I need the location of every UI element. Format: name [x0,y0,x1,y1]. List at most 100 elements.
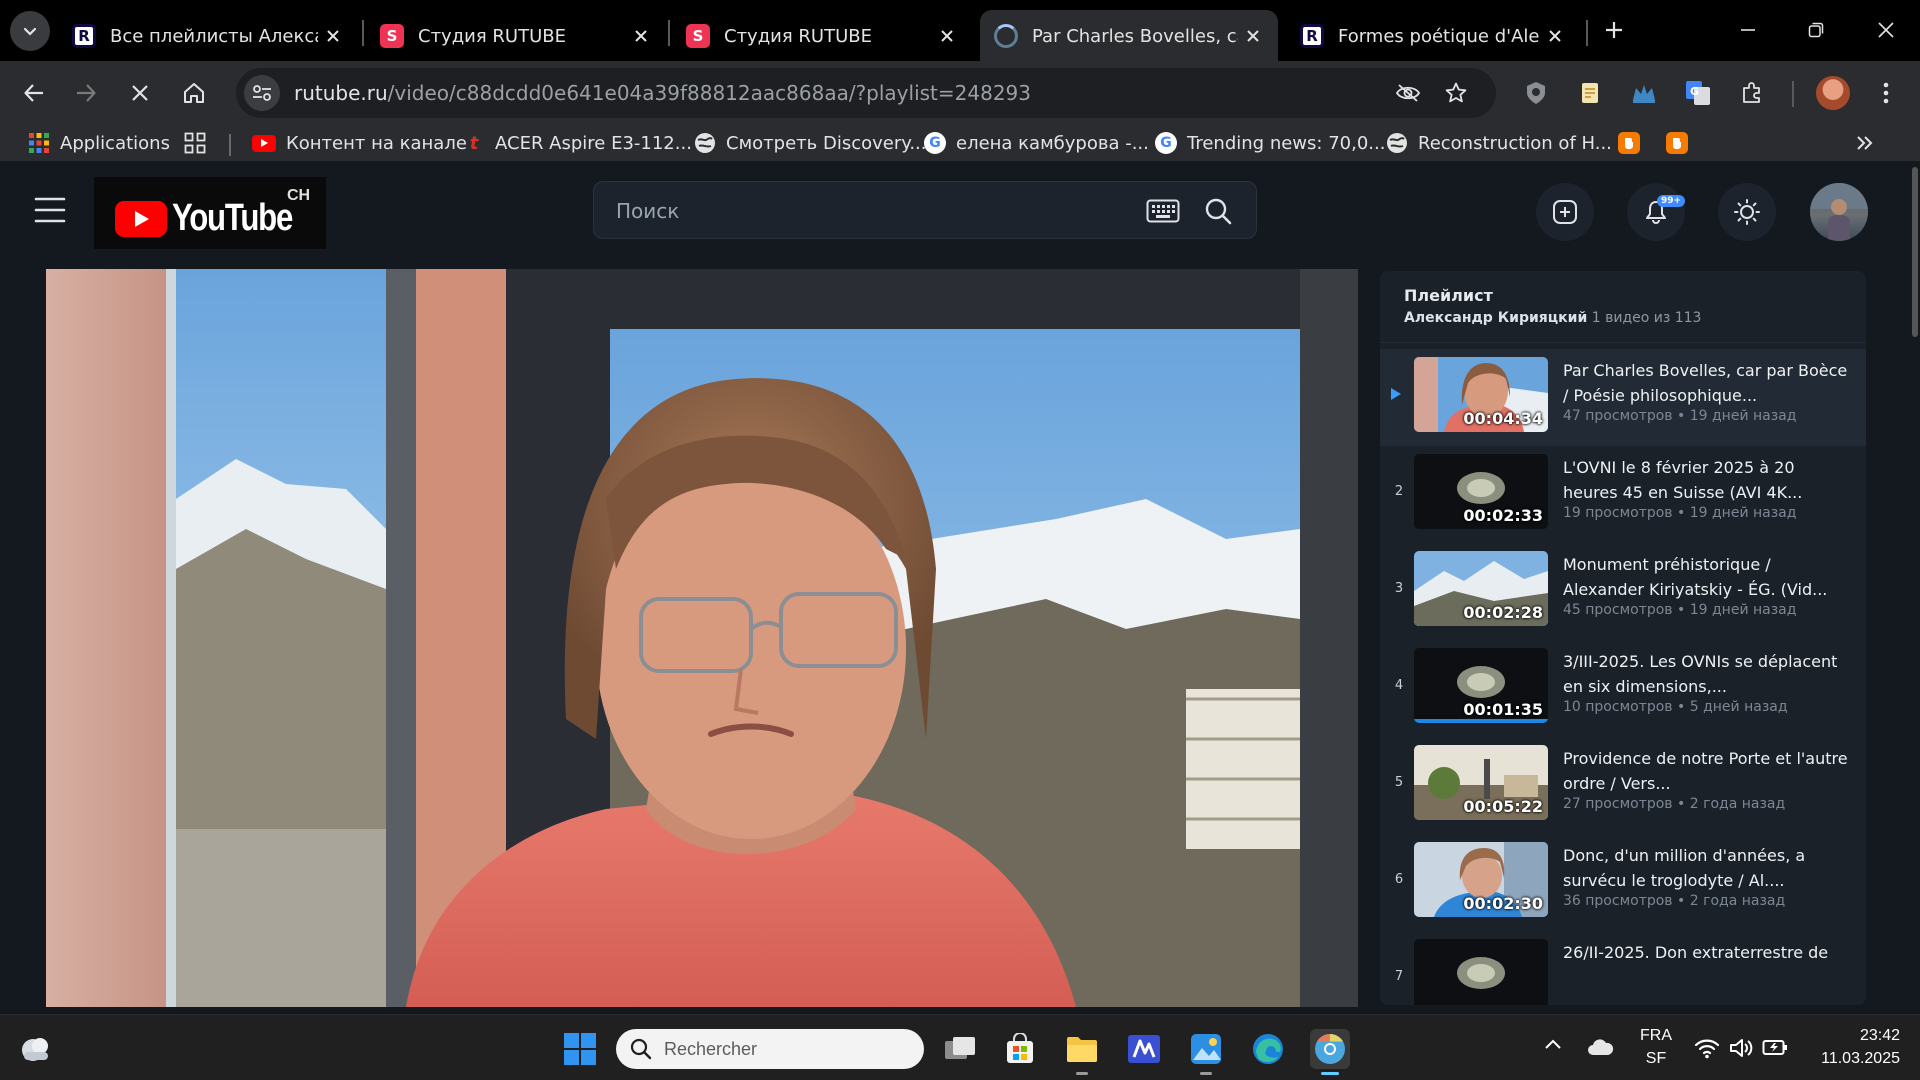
page-scrollbar-thumb[interactable] [1912,167,1918,337]
extension-document-icon[interactable] [1574,77,1606,109]
browser-menu-button[interactable] [1870,77,1902,109]
user-avatar[interactable] [1810,183,1868,241]
google-translate-icon[interactable]: G [1682,77,1714,109]
bookmark-grid-shortcut[interactable] [184,129,206,157]
show-hidden-icons-button[interactable] [1544,1037,1570,1061]
more-bookmarks-button[interactable] [1856,129,1874,157]
forward-button[interactable] [66,73,106,113]
browser-tab-1[interactable]: R Все плейлисты Александ [58,10,358,62]
bookmark-applications[interactable]: Applications [28,129,170,157]
playlist-owner[interactable]: Александр Кирияцкий [1404,310,1587,326]
video-title[interactable]: L'OVNI le 8 février 2025 à 20 heures 45 … [1563,455,1853,505]
volume-icon[interactable] [1728,1037,1754,1061]
battery-charging-icon[interactable] [1762,1037,1788,1061]
tracking-blocked-icon[interactable] [1392,77,1424,109]
notifications-button[interactable]: 99+ [1627,183,1686,241]
keyboard-icon[interactable] [1146,199,1180,223]
upload-video-button[interactable] [1536,183,1594,241]
playlist-item[interactable]: 4 00:01:35 3/III-2025. Les OVNIs se déplac… [1380,640,1866,737]
bookmark-trending-news[interactable]: G Trending news: 70,0... [1155,129,1385,157]
video-thumbnail[interactable]: 00:02:28 [1414,551,1548,626]
input-language[interactable]: FRA [1636,1027,1676,1045]
close-tab-icon[interactable] [318,29,348,43]
view-count: 47 просмотров [1563,408,1673,424]
clock-date[interactable]: 11.03.2025 [1800,1050,1900,1068]
search-button[interactable] [1204,197,1232,225]
theme-toggle-button[interactable] [1718,183,1776,241]
playlist-item[interactable]: 7 26/II-2025. Don extraterrestre de [1380,931,1866,1005]
task-view-icon [945,1037,975,1059]
video-thumbnail[interactable]: 00:01:35 [1414,648,1548,723]
hamburger-menu-button[interactable] [34,195,70,225]
browser-tab-3[interactable]: S Студия RUTUBE [672,10,972,62]
app-button-mathtype[interactable] [1124,1029,1164,1069]
video-title[interactable]: Donc, d'un million d'années, a survécu l… [1563,843,1853,893]
start-button[interactable] [560,1029,600,1069]
close-tab-icon[interactable] [1540,29,1570,43]
task-view-button[interactable] [940,1029,980,1069]
microsoft-store-button[interactable] [1000,1029,1040,1069]
site-logo[interactable]: YouTube CH [94,177,326,249]
folder-icon [1067,1037,1097,1062]
extension-crown-icon[interactable] [1628,77,1660,109]
site-info-button[interactable] [244,75,280,111]
video-title[interactable]: Par Charles Bovelles, car par Boèce / Po… [1563,358,1853,408]
profile-avatar[interactable] [1816,76,1850,110]
close-tab-icon[interactable] [1238,29,1268,43]
bookmark-kamburova[interactable]: G елена камбурова -... [924,129,1149,157]
close-tab-icon[interactable] [626,29,656,43]
bookmark-kontent-na-kanale[interactable]: Контент на канале [252,129,467,157]
browser-tab-5[interactable]: R Formes poétique d'Alexa [1286,10,1580,62]
onedrive-icon[interactable] [1586,1037,1614,1061]
bookmark-acer[interactable]: t ACER Aspire E3-112... [463,129,692,157]
more-vertical-icon [1883,82,1889,104]
weather-widget-icon[interactable] [18,1031,54,1067]
extensions-puzzle-icon[interactable] [1736,77,1768,109]
tab-title: Все плейлисты Александ [110,25,318,47]
chrome-browser-button[interactable] [1310,1029,1350,1075]
clock-time[interactable]: 23:42 [1800,1027,1900,1045]
edge-browser-button[interactable] [1248,1029,1288,1069]
close-tab-icon[interactable] [932,29,962,43]
search-input[interactable] [616,196,1116,226]
playlist-item[interactable]: 2 00:02:33 L'OVNI le 8 février 2025 à 20 h… [1380,446,1866,543]
keyboard-layout[interactable]: SF [1636,1050,1676,1068]
restore-window-button[interactable] [1796,14,1836,46]
bookmark-discovery[interactable]: Смотреть Discovery... [694,129,927,157]
taskbar-search[interactable]: Rechercher [616,1029,924,1069]
home-button[interactable] [174,73,214,113]
new-tab-button[interactable] [1598,14,1630,46]
video-title[interactable]: Monument préhistorique / Alexander Kiriy… [1563,552,1853,602]
extension-shield-icon[interactable] [1520,77,1552,109]
playlist-item[interactable]: 3 00:02:28 Monument préhistorique / Alexan… [1380,543,1866,640]
video-title[interactable]: Providence de notre Porte et l'autre ord… [1563,746,1853,796]
browser-tab-2[interactable]: S Студия RUTUBE [366,10,666,62]
tab-search-button[interactable] [10,11,50,51]
video-thumbnail[interactable]: 00:02:30 [1414,842,1548,917]
minimize-window-button[interactable] [1728,14,1768,46]
photos-app-button[interactable] [1186,1029,1226,1075]
bookmark-reconstruction[interactable]: Reconstruction of H... [1386,129,1612,157]
wifi-icon[interactable] [1694,1037,1720,1061]
video-title[interactable]: 3/III-2025. Les OVNIs se déplacent en si… [1563,649,1853,699]
video-thumbnail[interactable]: 00:05:22 [1414,745,1548,820]
file-explorer-button[interactable] [1062,1029,1102,1075]
close-window-button[interactable] [1866,14,1906,46]
browser-tab-4-active[interactable]: Par Charles Bovelles, car p [980,10,1278,62]
blogger-icon[interactable] [1666,132,1688,154]
bookmark-label: ACER Aspire E3-112... [495,132,692,154]
blogger-icon[interactable] [1618,132,1640,154]
bookmark-star-button[interactable] [1440,77,1472,109]
video-thumbnail[interactable]: 00:04:34 [1414,357,1548,432]
video-player[interactable] [46,269,1358,1007]
back-button[interactable] [14,73,54,113]
playlist-item-current[interactable]: 00:04:34 Par Charles Bovelles, car par Bo… [1380,349,1866,446]
video-thumbnail[interactable]: 00:02:33 [1414,454,1548,529]
stop-loading-button[interactable] [120,73,160,113]
playlist-item[interactable]: 5 00:05:22 Providence de notre Porte et l'… [1380,737,1866,834]
google-icon: G [924,132,946,154]
playlist-item[interactable]: 6 00:02:30 Donc, d'un million d'années, a … [1380,834,1866,931]
video-title[interactable]: 26/II-2025. Don extraterrestre de [1563,940,1853,990]
address-bar[interactable]: rutube.ru/video/c88dcdd0e641e04a39f88812… [236,68,1496,118]
video-thumbnail[interactable] [1414,939,1548,1005]
